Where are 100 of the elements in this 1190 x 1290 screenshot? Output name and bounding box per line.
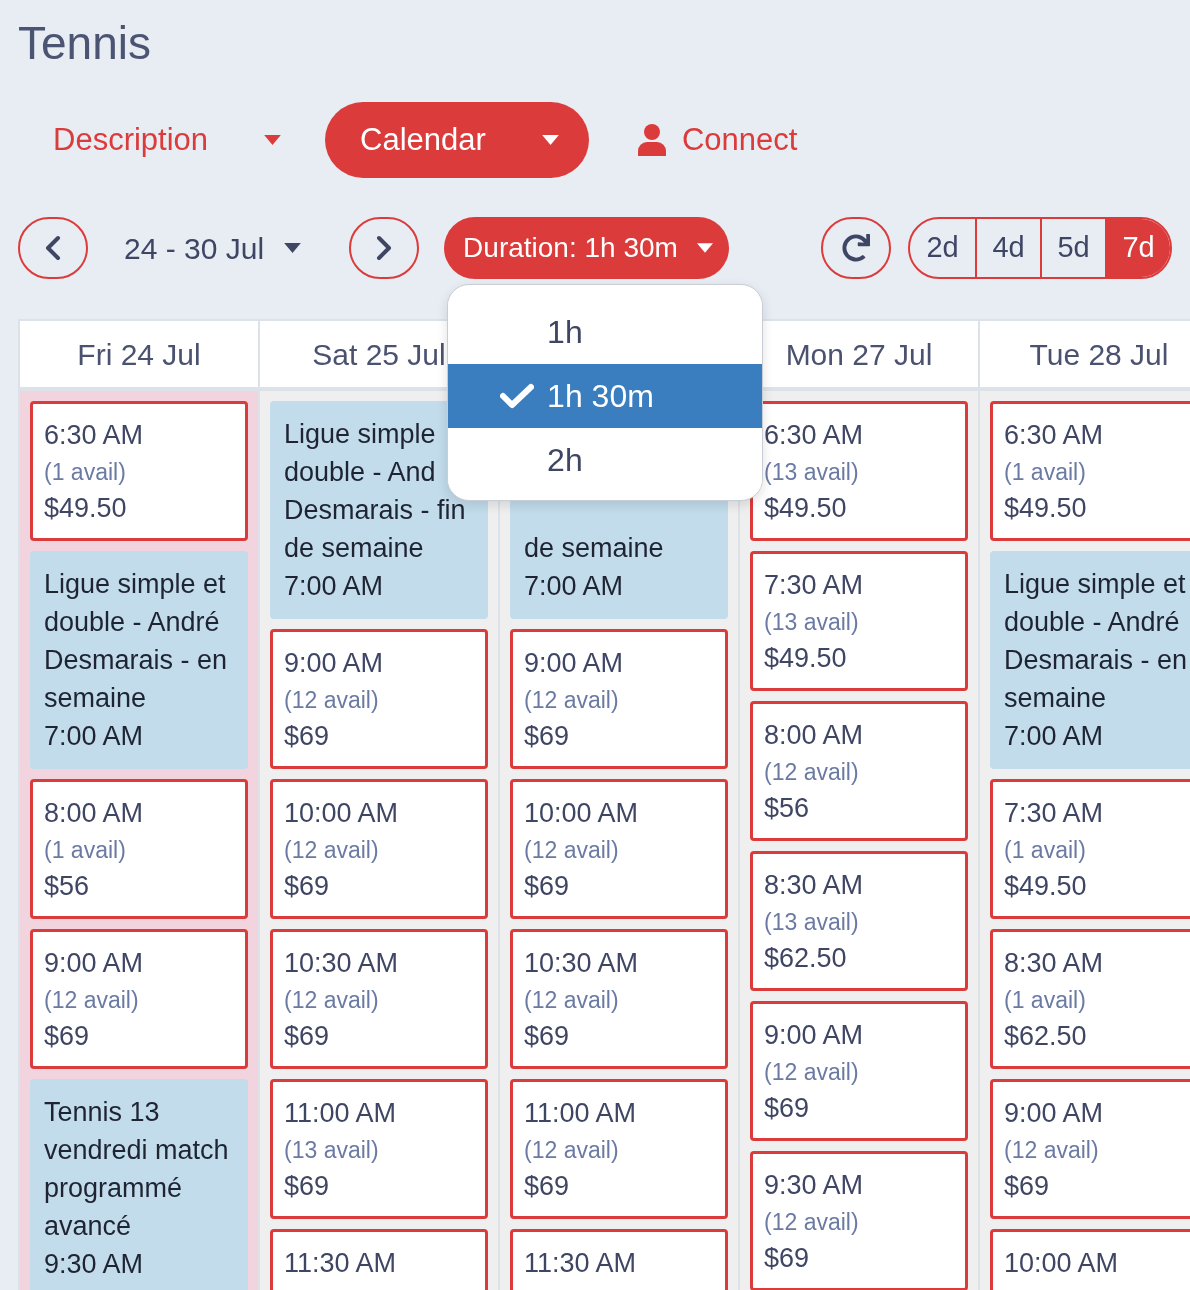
slot-price: $69	[284, 870, 330, 903]
duration-dropdown[interactable]: Duration: 1h 30m	[444, 217, 730, 279]
availability-count: (12 avail)	[1004, 1136, 1099, 1165]
caret-icon	[541, 135, 559, 145]
availability-count: (12 avail)	[764, 1208, 859, 1237]
event-card[interactable]: Tennis 13 vendredi match programmé avancé 9:30 AM	[30, 1079, 248, 1290]
slot-time: 10:30 AM	[284, 947, 399, 980]
slot-time: 8:30 AM	[1004, 947, 1104, 980]
menu-option[interactable]: 1h 30m	[448, 364, 763, 428]
slot-price: $49.50	[44, 492, 127, 525]
time-slot-card[interactable]: 8:30 AM (13 avail) $62.50	[750, 851, 968, 991]
time-slot-card[interactable]: 7:30 AM (13 avail) $49.50	[750, 551, 968, 691]
chevron-left-icon	[45, 235, 61, 261]
event-card[interactable]: Ligue simple et double - André Desmarais - en semaine 7:00 AM	[30, 551, 248, 769]
date-range-dropdown[interactable]: 24 - 30 Jul	[110, 217, 316, 279]
slot-price: $49.50	[1004, 492, 1087, 525]
time-slot-card[interactable]: 10:00 AM	[990, 1229, 1190, 1290]
time-slot-card[interactable]: 8:00 AM (1 avail) $56	[30, 779, 248, 919]
slot-time: 11:00 AM	[524, 1097, 637, 1130]
slot-time: 8:00 AM	[764, 719, 864, 752]
event-title: Ligue simple et double - André Desmarais - en semaine	[44, 568, 229, 715]
availability-count: (12 avail)	[764, 758, 859, 787]
menu-option[interactable]: 2h	[448, 428, 763, 492]
event-card[interactable]: Ligue simple et double - André Desmarais - en semaine 7:00 AM	[990, 551, 1190, 769]
slot-price: $69	[764, 1242, 810, 1275]
availability-count: (12 avail)	[764, 1058, 859, 1087]
slot-price: $62.50	[764, 942, 847, 975]
event-title: de semaine	[524, 532, 664, 565]
slot-time: 7:30 AM	[764, 569, 864, 602]
availability-count: (1 avail)	[1004, 986, 1086, 1015]
slot-price: $56	[44, 870, 90, 903]
availability-count: (13 avail)	[764, 908, 859, 937]
time-slot-card[interactable]: 6:30 AM (13 avail) $49.50	[750, 401, 968, 541]
slot-price: $49.50	[1004, 870, 1087, 903]
time-slot-card[interactable]: 9:30 AM (12 avail) $69	[750, 1151, 968, 1290]
time-slot-card[interactable]: 8:30 AM (1 avail) $62.50	[990, 929, 1190, 1069]
time-slot-card[interactable]: 11:00 AM (13 avail) $69	[270, 1079, 488, 1219]
time-slot-card[interactable]: 6:30 AM (1 avail) $49.50	[990, 401, 1190, 541]
caret-icon	[697, 243, 714, 253]
slot-time: 10:30 AM	[524, 947, 639, 980]
time-slot-card[interactable]: 9:00 AM (12 avail) $69	[990, 1079, 1190, 1219]
refresh-icon	[842, 234, 871, 262]
time-slot-card[interactable]: 10:30 AM (12 avail) $69	[510, 929, 728, 1069]
event-time: 7:00 AM	[1004, 720, 1104, 753]
availability-count: (1 avail)	[44, 836, 126, 865]
event-card[interactable]: Ligue simple double - And Desmarais - fin de semaine 7:00 AM	[270, 401, 488, 619]
caret-icon	[284, 243, 302, 253]
caret-icon	[264, 135, 282, 145]
chevron-right-icon	[376, 235, 393, 261]
view-option[interactable]: 4d	[975, 219, 1041, 277]
time-slot-card[interactable]: 10:00 AM (12 avail) $69	[510, 779, 728, 919]
refresh-button[interactable]	[821, 217, 892, 279]
time-slot-card[interactable]: 11:30 AM	[510, 1229, 728, 1290]
time-slot-card[interactable]: 9:00 AM (12 avail) $69	[750, 1001, 968, 1141]
column-header: Fri 24 Jul	[20, 319, 258, 391]
tab[interactable]: Description	[18, 102, 312, 178]
time-slot-card[interactable]: 9:00 AM (12 avail) $69	[270, 629, 488, 769]
next-week-button[interactable]	[349, 217, 420, 279]
availability-count: (12 avail)	[524, 836, 619, 865]
slot-time: 11:30 AM	[524, 1247, 637, 1280]
page-title: Tennis	[18, 16, 151, 71]
event-title: Tennis 13 vendredi match programmé avancé	[44, 1096, 230, 1243]
slot-price: $49.50	[764, 642, 847, 675]
event-time: 7:00 AM	[284, 570, 384, 603]
account-link[interactable]: Connect	[602, 102, 828, 178]
slot-price: $69	[284, 720, 330, 753]
view-option[interactable]: 7d	[1105, 219, 1171, 277]
slot-price: $56	[764, 792, 810, 825]
slot-time: 8:30 AM	[764, 869, 864, 902]
slot-price: $69	[524, 720, 570, 753]
time-slot-card[interactable]: 7:30 AM (1 avail) $49.50	[990, 779, 1190, 919]
availability-count: (1 avail)	[1004, 458, 1086, 487]
time-slot-card[interactable]: 11:30 AM	[270, 1229, 488, 1290]
slot-time: 11:00 AM	[284, 1097, 397, 1130]
slot-time: 6:30 AM	[764, 419, 864, 452]
check-icon	[500, 383, 535, 409]
previous-week-button[interactable]	[18, 217, 88, 279]
time-slot-card[interactable]: 9:00 AM (12 avail) $69	[510, 629, 728, 769]
slot-price: $69	[524, 1020, 570, 1053]
availability-count: (13 avail)	[284, 1136, 379, 1165]
time-slot-card[interactable]: 9:00 AM (12 avail) $69	[30, 929, 248, 1069]
availability-count: (12 avail)	[524, 1136, 619, 1165]
time-slot-card[interactable]: 11:00 AM (12 avail) $69	[510, 1079, 728, 1219]
time-slot-card[interactable]: 6:30 AM (1 avail) $49.50	[30, 401, 248, 541]
event-time: 7:00 AM	[524, 570, 624, 603]
slot-time: 6:30 AM	[1004, 419, 1104, 452]
slot-time: 9:00 AM	[1004, 1097, 1104, 1130]
availability-count: (1 avail)	[1004, 836, 1086, 865]
slot-price: $62.50	[1004, 1020, 1087, 1053]
slot-time: 6:30 AM	[44, 419, 144, 452]
time-slot-card[interactable]: 8:00 AM (12 avail) $56	[750, 701, 968, 841]
column-header: Tue 28 Jul	[980, 319, 1190, 391]
availability-count: (1 avail)	[44, 458, 126, 487]
view-option[interactable]: 2d	[910, 219, 976, 277]
slot-time: 11:30 AM	[284, 1247, 397, 1280]
time-slot-card[interactable]: 10:30 AM (12 avail) $69	[270, 929, 488, 1069]
tab[interactable]: Calendar	[325, 102, 589, 178]
menu-option[interactable]: 1h	[448, 300, 763, 364]
time-slot-card[interactable]: 10:00 AM (12 avail) $69	[270, 779, 488, 919]
availability-count: (12 avail)	[284, 986, 379, 1015]
